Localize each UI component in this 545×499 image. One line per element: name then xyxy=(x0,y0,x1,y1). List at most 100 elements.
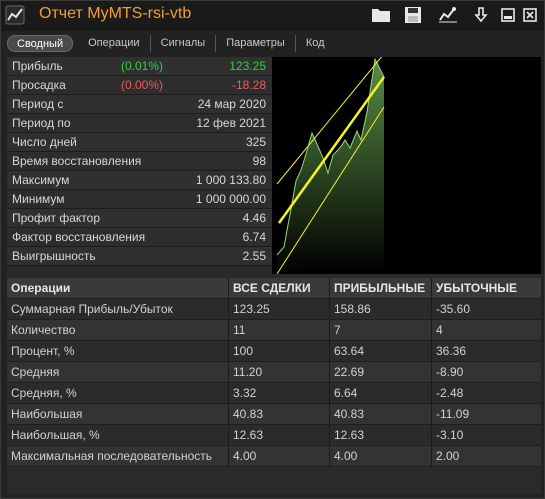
table-cell: 4 xyxy=(436,322,443,337)
table-cell: -11.09 xyxy=(436,406,470,421)
close-icon[interactable] xyxy=(519,5,541,25)
tab-summary[interactable]: Сводный xyxy=(7,35,74,52)
table-cell: -2.48 xyxy=(436,385,464,400)
table-row: Средняя, % 3.32 6.64 -2.48 xyxy=(7,382,541,404)
table-cell: 7 xyxy=(330,319,432,341)
summary-row: Время восстановления 98 xyxy=(7,152,272,171)
summary-row: Период с 24 мар 2020 xyxy=(7,95,272,114)
summary-value: 12 фев 2021 xyxy=(196,116,266,130)
table-cell: 4.00 xyxy=(330,445,432,467)
summary-value: 123.25 xyxy=(229,59,266,73)
equity-chart-svg xyxy=(276,54,386,275)
summary-label: Период с xyxy=(12,97,64,111)
summary-label: Выигрышность xyxy=(12,249,96,263)
details-table: Операции ВСЕ СДЕЛКИ ПРИБЫЛЬНЫЕ УБЫТОЧНЫЕ Сум… xyxy=(7,277,541,467)
summary-table: Прибыль (0.01%) 123.25 Просадка (0.00%) -18.2… xyxy=(7,57,272,266)
window-title: Отчет MyMTS-rsi-vtb xyxy=(39,5,192,22)
summary-row: Фактор восстановления 6.74 xyxy=(7,228,272,247)
table-cell: -3.10 xyxy=(436,427,464,442)
table-cell: Средняя xyxy=(7,361,229,383)
table-cell: Количество xyxy=(7,319,229,341)
summary-row: Выигрышность 2.55 xyxy=(7,247,272,266)
summary-label: Прибыль xyxy=(12,59,63,73)
table-cell: Максимальная последовательность xyxy=(7,445,229,467)
summary-row: Прибыль (0.01%) 123.25 xyxy=(7,57,272,76)
table-cell: 11.20 xyxy=(229,361,330,383)
tab-code[interactable]: Код xyxy=(296,35,335,52)
table-cell: -35.60 xyxy=(436,301,471,316)
table-cell: 158.86 xyxy=(330,298,432,320)
summary-label: Период по xyxy=(12,116,71,130)
tab-signals[interactable]: Сигналы xyxy=(151,35,217,52)
summary-label: Профит фактор xyxy=(12,211,101,225)
minimize-icon[interactable] xyxy=(497,5,519,25)
table-row: Наибольшая, % 12.63 12.63 -3.10 xyxy=(7,424,541,446)
summary-value: 98 xyxy=(252,154,266,168)
column-header[interactable]: ПРИБЫЛЬНЫЕ xyxy=(330,277,432,299)
summary-row: Число дней 325 xyxy=(7,133,272,152)
summary-label: Число дней xyxy=(12,135,77,149)
summary-label: Просадка xyxy=(12,78,66,92)
table-row: Процент, % 100 63.64 36.36 xyxy=(7,340,541,362)
table-cell: -8.90 xyxy=(436,364,464,379)
table-cell: 3.32 xyxy=(229,382,330,404)
table-cell: 11 xyxy=(229,319,330,341)
summary-row: Период по 12 фев 2021 xyxy=(7,114,272,133)
table-cell: Суммарная Прибыль/Убыток xyxy=(7,298,229,320)
table-cell: 40.83 xyxy=(330,403,432,425)
report-tabs: Сводный Операции Сигналы Параметры Код xyxy=(7,35,335,52)
summary-value: 2.55 xyxy=(242,249,266,263)
summary-value: 4.46 xyxy=(242,211,266,225)
equity-chart xyxy=(272,54,541,275)
folder-icon[interactable] xyxy=(370,5,392,25)
summary-row: Просадка (0.00%) -18.28 xyxy=(7,76,272,95)
summary-row: Минимум 1 000 000.00 xyxy=(7,190,272,209)
equity-area xyxy=(277,59,384,274)
summary-label: Минимум xyxy=(12,192,65,206)
table-cell: Средняя, % xyxy=(7,382,229,404)
summary-value: 1 000 000.00 xyxy=(195,192,266,206)
title-bar: Отчет MyMTS-rsi-vtb xyxy=(1,1,544,31)
summary-value: 24 мар 2020 xyxy=(197,97,266,111)
summary-label: Максимум xyxy=(12,173,70,187)
table-cell: 2.00 xyxy=(436,448,460,463)
table-cell: Процент, % xyxy=(7,340,229,362)
table-cell: 4.00 xyxy=(229,445,330,467)
report-window: Отчет MyMTS-rsi-vtb Сводный Операции Сиг… xyxy=(0,0,545,499)
table-row: Максимальная последовательность 4.00 4.00 2… xyxy=(7,445,541,467)
summary-percent: (0.01%) xyxy=(120,59,164,73)
column-header[interactable]: ВСЕ СДЕЛКИ xyxy=(229,277,330,299)
summary-row: Профит фактор 4.46 xyxy=(7,209,272,228)
table-cell: 6.64 xyxy=(330,382,432,404)
app-logo-icon xyxy=(5,5,25,25)
table-row: Суммарная Прибыль/Убыток 123.25 158.86 -35.… xyxy=(7,298,541,320)
table-cell: 100 xyxy=(229,340,330,362)
table-cell: 40.83 xyxy=(229,403,330,425)
table-cell: 36.36 xyxy=(436,343,467,358)
summary-percent: (0.00%) xyxy=(120,78,164,92)
summary-row: Максимум 1 000 133.80 xyxy=(7,171,272,190)
summary-label: Фактор восстановления xyxy=(12,230,146,244)
table-row: Наибольшая 40.83 40.83 -11.09 xyxy=(7,403,541,425)
chart-settings-icon[interactable] xyxy=(437,5,459,25)
summary-label: Время восстановления xyxy=(12,154,142,168)
tab-parameters[interactable]: Параметры xyxy=(216,35,296,52)
download-icon[interactable] xyxy=(470,5,492,25)
summary-value: -18.28 xyxy=(231,78,266,92)
table-cell: Наибольшая, % xyxy=(7,424,229,446)
summary-value: 6.74 xyxy=(242,230,266,244)
table-cell: 12.63 xyxy=(330,424,432,446)
tab-operations[interactable]: Операции xyxy=(78,35,151,52)
column-header[interactable]: УБЫТОЧНЫЕ xyxy=(432,278,541,299)
summary-value: 325 xyxy=(245,135,266,149)
table-cell: 12.63 xyxy=(229,424,330,446)
table-cell: Наибольшая xyxy=(7,403,229,425)
column-header[interactable]: Операции xyxy=(7,277,229,299)
details-header-row: Операции ВСЕ СДЕЛКИ ПРИБЫЛЬНЫЕ УБЫТОЧНЫЕ xyxy=(7,277,541,299)
table-row: Средняя 11.20 22.69 -8.90 xyxy=(7,361,541,383)
table-cell: 22.69 xyxy=(330,361,432,383)
summary-value: 1 000 133.80 xyxy=(195,173,266,187)
table-cell: 123.25 xyxy=(229,298,330,320)
table-cell: 63.64 xyxy=(330,340,432,362)
save-icon[interactable] xyxy=(402,5,424,25)
